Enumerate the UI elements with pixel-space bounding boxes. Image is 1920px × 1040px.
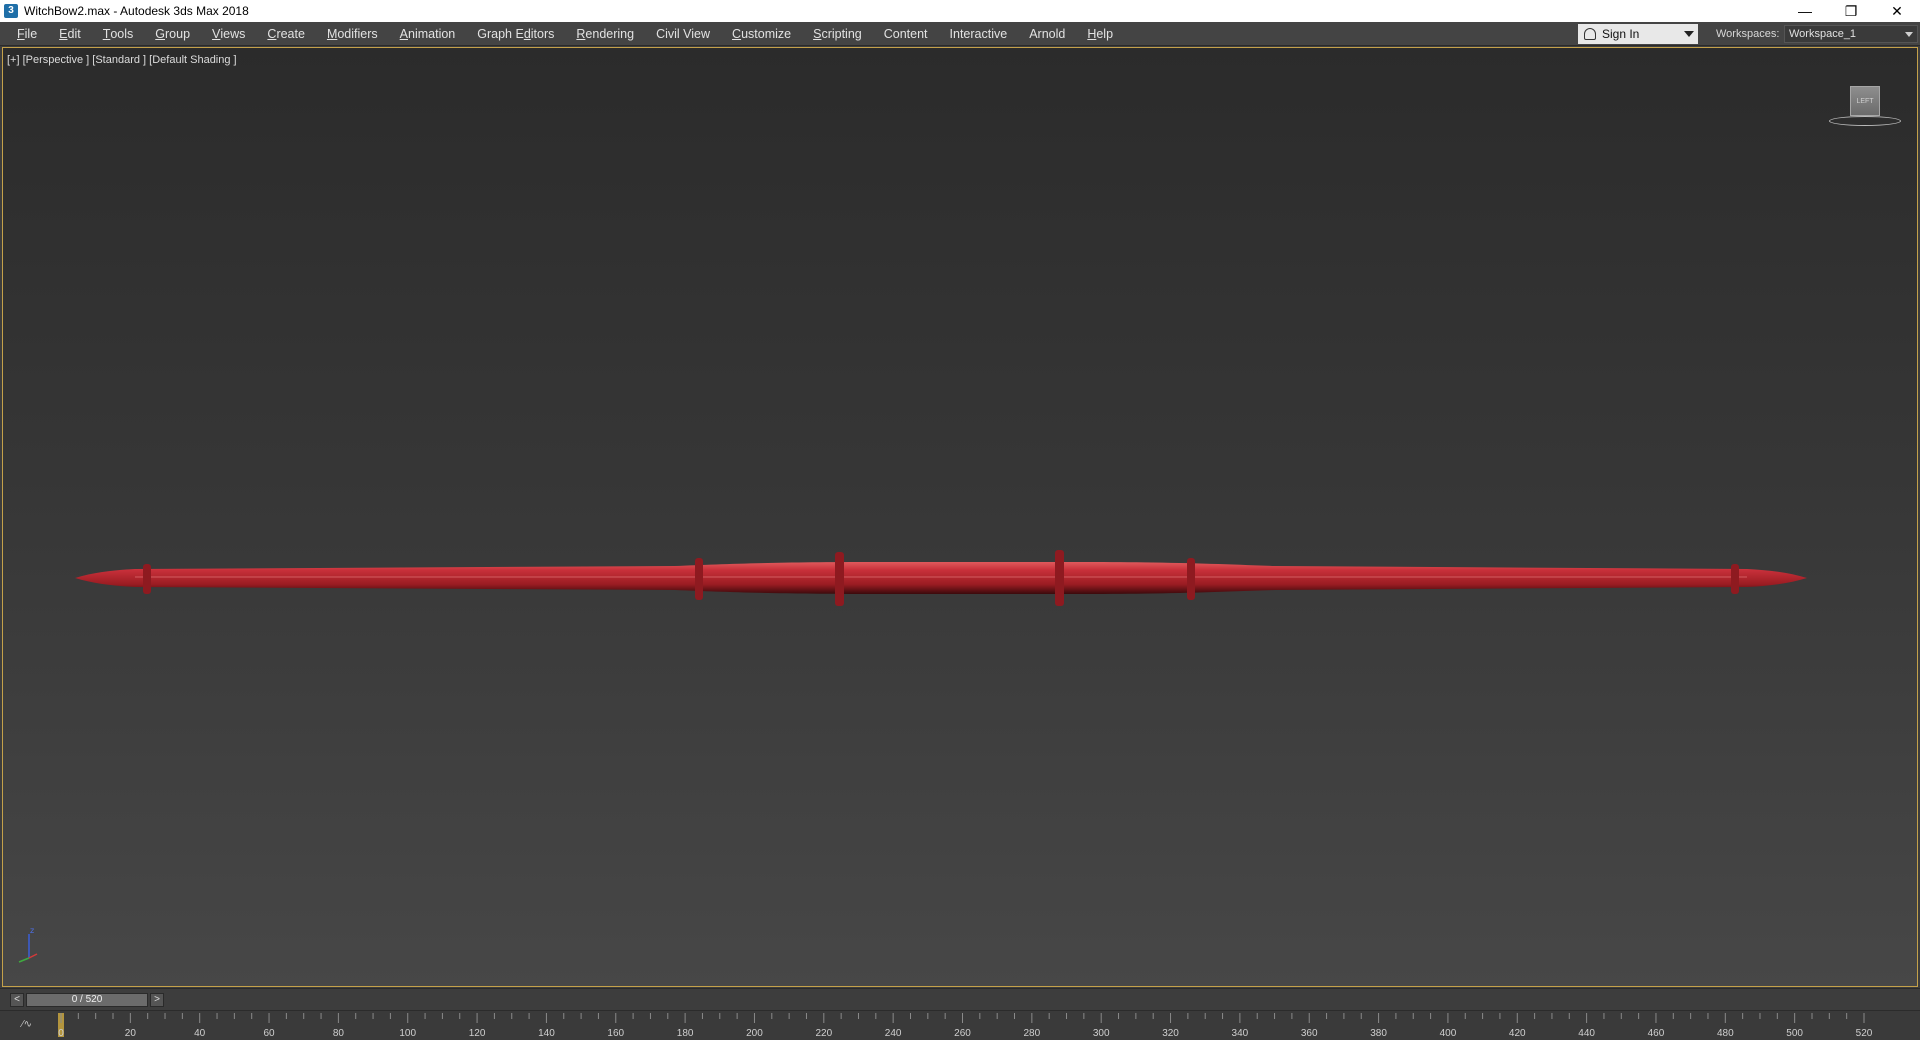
ruler-tick-label: 420: [1509, 1028, 1526, 1039]
menu-civil-view[interactable]: Civil View: [645, 22, 721, 45]
time-slider-thumb[interactable]: 0 / 520: [26, 993, 148, 1007]
ruler-tick-label: 20: [125, 1028, 137, 1039]
ruler-tick-label: 120: [469, 1028, 486, 1039]
ruler-tick-label: 80: [333, 1028, 345, 1039]
ruler-tick-label: 240: [885, 1028, 902, 1039]
next-frame-button[interactable]: >: [150, 993, 164, 1007]
menu-views[interactable]: Views: [201, 22, 256, 45]
ruler-tick-label: 100: [399, 1028, 416, 1039]
ruler-tick-label: 320: [1162, 1028, 1179, 1039]
menu-animation[interactable]: Animation: [389, 22, 467, 45]
curve-editor-icon[interactable]: ⁄∿: [22, 1019, 38, 1031]
menu-customize[interactable]: Customize: [721, 22, 802, 45]
menu-help[interactable]: Help: [1076, 22, 1124, 45]
menu-tools[interactable]: Tools: [92, 22, 145, 45]
menu-content[interactable]: Content: [873, 22, 939, 45]
viewport-label-menu[interactable]: [+] [Perspective ] [Standard ] [Default …: [7, 54, 237, 66]
menu-rendering[interactable]: Rendering: [565, 22, 645, 45]
menu-interactive[interactable]: Interactive: [939, 22, 1019, 45]
menu-items: File Edit Tools Group Views Create Modifiers An…: [0, 22, 1124, 45]
ruler-tick-label: 440: [1578, 1028, 1595, 1039]
ruler-tick-label: 460: [1648, 1028, 1665, 1039]
menu-file[interactable]: File: [6, 22, 48, 45]
workspace-value: Workspace_1: [1789, 28, 1857, 40]
track-bar[interactable]: 0 20 40 60 80 100 120 140 160 180 200 220 240 260 280 3…: [0, 1010, 1920, 1040]
close-button[interactable]: ✕: [1874, 0, 1920, 22]
viewcube-face[interactable]: LEFT: [1850, 86, 1880, 116]
menu-arnold[interactable]: Arnold: [1018, 22, 1076, 45]
minimize-button[interactable]: —: [1782, 0, 1828, 22]
menu-edit[interactable]: Edit: [48, 22, 92, 45]
time-slider[interactable]: < 0 / 520 >: [0, 988, 1920, 1008]
user-icon: [1584, 28, 1596, 40]
previous-frame-button[interactable]: <: [10, 993, 24, 1007]
chevron-down-icon[interactable]: [1684, 31, 1694, 37]
ruler-tick-label: 40: [194, 1028, 206, 1039]
workspaces-label: Workspaces:: [1716, 28, 1780, 40]
workspace-dropdown[interactable]: Workspace_1: [1784, 25, 1918, 43]
ruler-tick-label: 220: [815, 1028, 832, 1039]
ruler-tick-label: 260: [954, 1028, 971, 1039]
ruler-tick-label: 60: [263, 1028, 275, 1039]
viewcube-compass-ring[interactable]: [1829, 116, 1901, 126]
frame-ruler[interactable]: 0 20 40 60 80 100 120 140 160 180 200 220 240 260 280 3…: [0, 1011, 1920, 1040]
ruler-tick-label: 280: [1024, 1028, 1041, 1039]
ruler-tick-label: 500: [1786, 1028, 1803, 1039]
ruler-tick-label: 400: [1440, 1028, 1457, 1039]
ruler-tick-label: 360: [1301, 1028, 1318, 1039]
ruler-tick-label: 0: [58, 1028, 64, 1039]
sign-in-label: Sign In: [1602, 27, 1640, 41]
ruler-tick-label: 520: [1856, 1028, 1873, 1039]
sign-in-button[interactable]: Sign In: [1578, 24, 1698, 44]
ruler-tick-label: 180: [677, 1028, 694, 1039]
ruler-tick-label: 480: [1717, 1028, 1734, 1039]
menu-bar: File Edit Tools Group Views Create Modifiers An…: [0, 22, 1920, 46]
menu-scripting[interactable]: Scripting: [802, 22, 873, 45]
window-title: WitchBow2.max - Autodesk 3ds Max 2018: [24, 4, 249, 18]
bow-3d-model[interactable]: [75, 546, 1807, 610]
ruler-tick-label: 340: [1232, 1028, 1249, 1039]
viewcube[interactable]: LEFT: [1829, 86, 1901, 136]
ruler-tick-label: 200: [746, 1028, 763, 1039]
ruler-tick-label: 300: [1093, 1028, 1110, 1039]
menu-group[interactable]: Group: [144, 22, 201, 45]
menu-create[interactable]: Create: [256, 22, 316, 45]
menu-graph-editors[interactable]: Graph Ed itors: [466, 22, 565, 45]
ruler-tick-label: 380: [1370, 1028, 1387, 1039]
app-logo-icon: 3: [4, 4, 18, 18]
title-bar: 3 WitchBow2.max - Autodesk 3ds Max 2018 …: [0, 0, 1920, 22]
ruler-tick-label: 140: [538, 1028, 555, 1039]
chevron-down-icon: [1905, 32, 1913, 37]
restore-button[interactable]: ❐: [1828, 0, 1874, 22]
ruler-tick-label: 160: [607, 1028, 624, 1039]
axis-gizmo-icon: z: [18, 926, 38, 963]
perspective-viewport[interactable]: [+] [Perspective ] [Standard ] [Default …: [2, 47, 1918, 987]
app-window: 3 WitchBow2.max - Autodesk 3ds Max 2018 …: [0, 0, 1920, 1040]
menu-modifiers[interactable]: Modifiers: [316, 22, 389, 45]
svg-text:z: z: [30, 926, 34, 935]
